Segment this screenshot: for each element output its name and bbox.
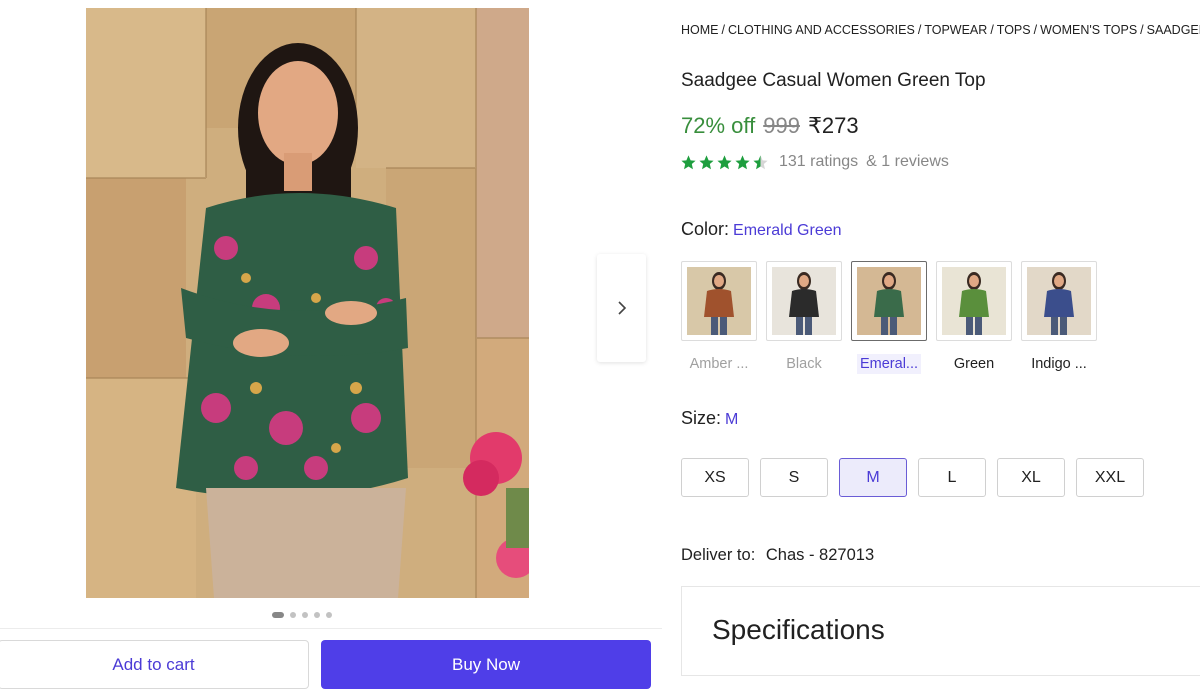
- color-swatch[interactable]: Emeral...: [851, 261, 927, 374]
- color-swatch-thumbnail: [851, 261, 927, 341]
- rating-row[interactable]: 131 ratings & 1 reviews: [680, 153, 949, 171]
- pagination-dot[interactable]: [302, 612, 308, 618]
- discount-percent: 72% off: [681, 113, 756, 138]
- color-swatch-thumbnail: [1021, 261, 1097, 341]
- rating-stars: [680, 154, 769, 171]
- size-option-xxl[interactable]: XXL: [1076, 458, 1144, 497]
- breadcrumb-separator: /: [1033, 23, 1038, 37]
- color-swatch-thumbnail: [681, 261, 757, 341]
- color-swatch[interactable]: Indigo ...: [1021, 261, 1097, 374]
- star-icon: [699, 154, 714, 169]
- ratings-count: 131 ratings: [779, 153, 859, 170]
- breadcrumb-link[interactable]: TOPWEAR: [924, 23, 987, 37]
- breadcrumb-link[interactable]: CLOTHING AND ACCESSORIES: [728, 23, 915, 37]
- delivery-location[interactable]: Chas - 827013: [766, 546, 874, 564]
- deliver-to-label: Deliver to:: [681, 546, 756, 564]
- size-option-m[interactable]: M: [839, 458, 907, 497]
- buy-now-button[interactable]: Buy Now: [321, 640, 651, 689]
- product-title: Saadgee Casual Women Green Top: [681, 70, 986, 91]
- original-price: 999: [763, 113, 800, 138]
- selected-size: M: [725, 411, 739, 428]
- star-icon: [735, 154, 750, 169]
- size-option-xs[interactable]: XS: [681, 458, 749, 497]
- action-bar: Add to cart Buy Now: [0, 628, 662, 695]
- delivery-info[interactable]: Deliver to: Chas - 827013: [681, 546, 874, 565]
- star-icon: [753, 154, 768, 169]
- next-image-button[interactable]: [597, 254, 646, 362]
- size-options: XS S M L XL XXL: [681, 458, 1144, 497]
- color-swatch-label: Emeral...: [856, 354, 921, 374]
- chevron-right-icon: [617, 301, 626, 315]
- specifications-title: Specifications: [712, 614, 885, 645]
- breadcrumb-link[interactable]: TOPS: [997, 23, 1031, 37]
- pagination-dot[interactable]: [314, 612, 320, 618]
- color-swatch[interactable]: Green: [936, 261, 1012, 374]
- color-label-text: Color:: [681, 219, 730, 239]
- breadcrumb-link[interactable]: WOMEN'S TOPS: [1040, 23, 1137, 37]
- pagination-dot[interactable]: [272, 612, 284, 618]
- size-option-s[interactable]: S: [760, 458, 828, 497]
- size-option-l[interactable]: L: [918, 458, 986, 497]
- breadcrumb-separator: /: [721, 23, 725, 37]
- color-swatch-label: Black: [786, 356, 822, 372]
- size-label-text: Size:: [681, 408, 722, 428]
- breadcrumb: HOME / CLOTHING AND ACCESSORIES / TOPWEAR / TO…: [681, 23, 1200, 37]
- product-image[interactable]: [86, 8, 529, 598]
- selected-color: Emerald Green: [733, 222, 842, 239]
- color-swatch-label: Indigo ...: [1031, 356, 1087, 372]
- color-swatch-thumbnail: [936, 261, 1012, 341]
- breadcrumb-separator: /: [990, 23, 994, 37]
- star-icon: [717, 154, 732, 169]
- color-swatch-label: Green: [953, 356, 995, 372]
- size-option-xl[interactable]: XL: [997, 458, 1065, 497]
- color-swatches: Amber ... Black Emeral... Green Indigo ...: [681, 261, 1097, 374]
- price-row: 72% off 999 ₹273: [681, 113, 859, 139]
- specifications-section: Specifications: [681, 586, 1200, 676]
- breadcrumb-separator: /: [1140, 23, 1144, 37]
- color-swatch-label: Amber ...: [689, 356, 749, 372]
- color-swatch[interactable]: Amber ...: [681, 261, 757, 374]
- breadcrumb-separator: /: [917, 23, 922, 37]
- pagination-dot[interactable]: [326, 612, 332, 618]
- divider: [681, 675, 1200, 676]
- color-swatch-thumbnail: [766, 261, 842, 341]
- pagination-dot[interactable]: [290, 612, 296, 618]
- size-label: Size: M: [681, 408, 738, 429]
- breadcrumb-link[interactable]: HOME: [681, 23, 719, 37]
- image-pagination-dots: [272, 612, 332, 618]
- color-swatch[interactable]: Black: [766, 261, 842, 374]
- star-icon: [681, 154, 696, 169]
- reviews-count: & 1 reviews: [866, 153, 949, 170]
- add-to-cart-button[interactable]: Add to cart: [0, 640, 309, 689]
- breadcrumb-link[interactable]: SAADGEE: [1147, 23, 1200, 37]
- selling-price: ₹273: [807, 113, 859, 138]
- color-label: Color: Emerald Green: [681, 219, 842, 240]
